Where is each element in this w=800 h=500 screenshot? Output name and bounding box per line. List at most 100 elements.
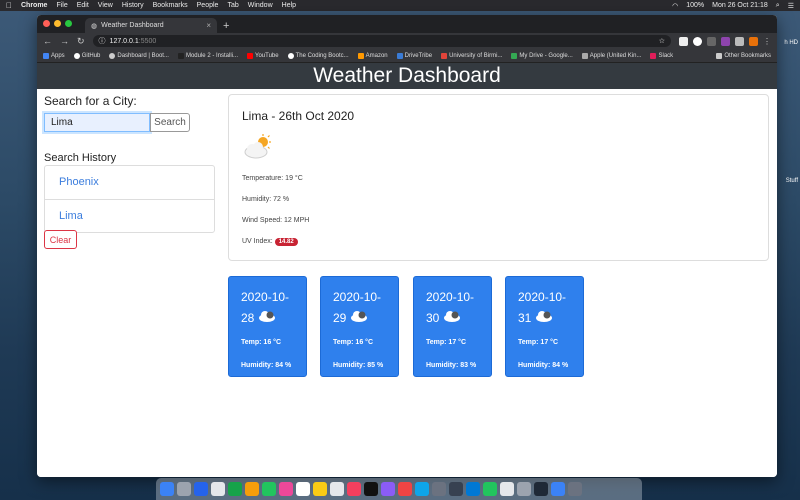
- url-port: :5500: [138, 37, 157, 45]
- notes-icon[interactable]: [313, 482, 327, 496]
- bookmark-icon: [109, 52, 116, 59]
- puzzle-icon[interactable]: [735, 36, 744, 46]
- drive-icon: [511, 52, 518, 59]
- menu-file[interactable]: File: [56, 2, 67, 9]
- browser-tab[interactable]: ◍ Weather Dashboard ×: [85, 18, 217, 33]
- forward-icon[interactable]: →: [60, 36, 69, 46]
- app-store-icon[interactable]: [415, 482, 429, 496]
- app-icon[interactable]: [449, 482, 463, 496]
- history-item-lima[interactable]: Lima: [45, 199, 214, 232]
- address-bar[interactable]: ⓘ 127.0.0.1:5500 ☆: [92, 35, 671, 47]
- wifi-icon[interactable]: ◠: [672, 2, 678, 10]
- bookmark-icon: [441, 52, 448, 59]
- menu-edit[interactable]: Edit: [77, 2, 89, 9]
- launchpad-icon[interactable]: [177, 482, 191, 496]
- history-item-phoenix[interactable]: Phoenix: [45, 166, 214, 199]
- apps-icon: [43, 52, 49, 59]
- profile-avatar[interactable]: [749, 36, 758, 46]
- city-search-input[interactable]: [44, 113, 150, 132]
- search-button[interactable]: Search: [150, 113, 190, 132]
- clear-history-button[interactable]: Clear: [44, 230, 77, 249]
- other-bookmarks[interactable]: Other Bookmarks: [716, 52, 771, 59]
- desktop-label[interactable]: Stuff: [786, 178, 798, 184]
- news-icon[interactable]: [398, 482, 412, 496]
- preview-icon[interactable]: [500, 482, 514, 496]
- calendar-icon[interactable]: [296, 482, 310, 496]
- close-tab-icon[interactable]: ×: [206, 21, 211, 30]
- globe-icon: ◍: [91, 22, 98, 30]
- desktop-label[interactable]: h HD: [784, 40, 798, 46]
- menu-view[interactable]: View: [98, 2, 113, 9]
- battery-status[interactable]: 100%: [686, 2, 704, 9]
- bookmark-item[interactable]: Module 2 - Installi...: [177, 52, 238, 59]
- search-label: Search for a City:: [44, 94, 137, 108]
- reload-icon[interactable]: ↻: [77, 36, 85, 47]
- new-tab-button[interactable]: +: [223, 20, 229, 32]
- spotify-icon[interactable]: [483, 482, 497, 496]
- extension-icon[interactable]: [679, 36, 688, 46]
- vscode-icon[interactable]: [466, 482, 480, 496]
- apple-icon: [581, 52, 588, 59]
- menu-people[interactable]: People: [197, 2, 219, 9]
- search-icon[interactable]: ⌕: [776, 2, 780, 10]
- app-icon[interactable]: [517, 482, 531, 496]
- bookmark-item[interactable]: Amazon: [357, 52, 388, 59]
- tab-strip: ◍ Weather Dashboard × +: [37, 15, 777, 33]
- menu-history[interactable]: History: [122, 2, 144, 9]
- minimize-window-button[interactable]: [54, 20, 61, 27]
- finder-icon[interactable]: [160, 482, 174, 496]
- bookmark-item[interactable]: My Drive - Google...: [511, 52, 573, 59]
- bookmark-item[interactable]: YouTube: [247, 52, 279, 59]
- bookmark-item[interactable]: Apple (United Kin...: [581, 52, 641, 59]
- bookmark-item[interactable]: Apps: [43, 52, 65, 59]
- maximize-window-button[interactable]: [65, 20, 72, 27]
- extension-icon[interactable]: [693, 36, 702, 46]
- close-window-button[interactable]: [43, 20, 50, 27]
- partly-cloudy-sun-icon: [242, 133, 755, 161]
- uv-badge: 14.82: [274, 238, 298, 246]
- back-icon[interactable]: ←: [43, 36, 52, 46]
- photos-icon[interactable]: [279, 482, 293, 496]
- messages-icon[interactable]: [228, 482, 242, 496]
- settings-icon[interactable]: [432, 482, 446, 496]
- bookmark-item[interactable]: DriveTribe: [396, 52, 432, 59]
- menu-list-icon[interactable]: ☰: [788, 2, 794, 10]
- menu-help[interactable]: Help: [282, 2, 296, 9]
- web-page: Weather Dashboard Search for a City: Sea…: [37, 63, 777, 477]
- forecast-humidity: Humidity: 84 %: [518, 362, 569, 370]
- info-icon[interactable]: ⓘ: [99, 36, 106, 46]
- macos-menubar:  Chrome File Edit View History Bookmark…: [0, 0, 800, 11]
- app-icon[interactable]: [211, 482, 225, 496]
- reminders-icon[interactable]: [330, 482, 344, 496]
- safari-icon[interactable]: [194, 482, 208, 496]
- extension-icon[interactable]: [707, 36, 716, 46]
- forecast-card: 2020-10-28 Temp: 16 °C Humidity: 84 %: [228, 276, 307, 377]
- more-menu-icon[interactable]: ⋮: [763, 37, 771, 46]
- window-controls: [43, 20, 72, 27]
- menu-window[interactable]: Window: [248, 2, 273, 9]
- terminal-icon[interactable]: [364, 482, 378, 496]
- whatsapp-icon[interactable]: [262, 482, 276, 496]
- apple-menu-icon[interactable]: : [6, 1, 12, 10]
- bookmark-item[interactable]: Dashboard | Boot...: [109, 52, 169, 59]
- bookmark-item[interactable]: GitHub: [73, 52, 100, 59]
- bookmark-item[interactable]: Slack: [650, 52, 673, 59]
- music-icon[interactable]: [347, 482, 361, 496]
- bookmark-star-icon[interactable]: ☆: [659, 37, 665, 45]
- clock[interactable]: Mon 26 Oct 21:18: [712, 2, 768, 9]
- app-menu[interactable]: Chrome: [21, 2, 47, 9]
- extension-icon[interactable]: [721, 36, 730, 46]
- menu-bookmarks[interactable]: Bookmarks: [153, 2, 188, 9]
- downloads-icon[interactable]: [551, 482, 565, 496]
- forecast-card: 2020-10-30 Temp: 17 °C Humidity: 83 %: [413, 276, 492, 377]
- trash-icon[interactable]: [568, 482, 582, 496]
- bookmark-item[interactable]: University of Birmi...: [441, 52, 502, 59]
- folder-icon: [716, 52, 723, 59]
- menu-tab[interactable]: Tab: [227, 2, 238, 9]
- cloudy-icon: [349, 308, 369, 329]
- page-title: Weather Dashboard: [37, 63, 777, 89]
- podcasts-icon[interactable]: [381, 482, 395, 496]
- chrome-icon[interactable]: [245, 482, 259, 496]
- app-icon[interactable]: [534, 482, 548, 496]
- bookmark-item[interactable]: The Coding Bootc...: [287, 52, 349, 59]
